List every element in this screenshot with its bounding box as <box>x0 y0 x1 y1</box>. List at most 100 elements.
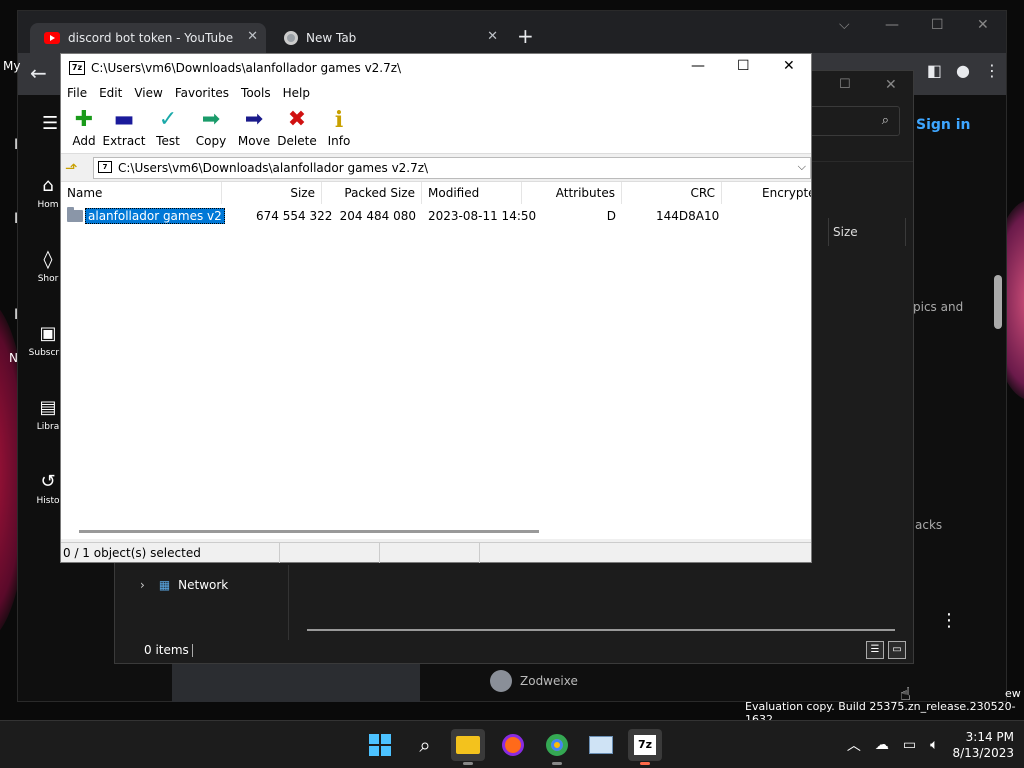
maximize-button[interactable]: ☐ <box>839 77 851 92</box>
sevenzip-window: 7z C:\Users\vm6\Downloads\alanfollador g… <box>60 53 812 563</box>
path-field[interactable]: 7 C:\Users\vm6\Downloads\alanfollador ga… <box>93 157 811 179</box>
volume-icon[interactable]: 🔈︎ <box>930 737 938 753</box>
browser-extensions: ◧ ● ⋮ <box>927 61 1000 80</box>
username: Zodweixe <box>520 674 578 688</box>
column-attributes[interactable]: Attributes <box>522 182 622 204</box>
horizontal-scrollbar[interactable] <box>79 530 539 533</box>
delete-icon: ✖ <box>287 107 307 132</box>
firefox-taskbar-button[interactable] <box>496 729 530 761</box>
column-name[interactable]: Name <box>61 182 222 204</box>
network-label: Network <box>178 578 229 592</box>
evaluation-watermark: Evaluation copy. Build 25375.zn_release.… <box>745 700 1016 720</box>
column-packed-size[interactable]: Packed Size <box>322 182 422 204</box>
minimize-button[interactable]: — <box>691 58 705 74</box>
menu-edit[interactable]: Edit <box>93 84 128 104</box>
column-size[interactable]: Size <box>222 182 322 204</box>
title-bar: 7z C:\Users\vm6\Downloads\alanfollador g… <box>61 54 811 84</box>
sevenzip-taskbar-button[interactable]: 7z <box>628 729 662 765</box>
copy-button[interactable]: ➡ Copy <box>188 107 234 149</box>
test-button[interactable]: ✓ Test <box>145 107 191 149</box>
row-size: 674 554 322 <box>256 209 333 223</box>
discord-user[interactable]: Zodweixe <box>490 670 578 692</box>
search-button[interactable]: ⌕ <box>408 729 442 761</box>
maximize-button[interactable]: ☐ <box>931 17 944 33</box>
clock[interactable]: 3:14 PM 8/13/2023 <box>952 729 1014 761</box>
back-arrow-icon[interactable]: ← <box>30 61 47 85</box>
maximize-button[interactable]: ☐ <box>737 58 750 74</box>
chevron-down-icon[interactable]: ⌵ <box>798 160 806 174</box>
row-packed-size: 204 484 080 <box>339 209 416 223</box>
folder-icon <box>456 736 480 754</box>
tab-new-tab[interactable]: New Tab ✕ <box>270 23 506 53</box>
hamburger-menu-icon[interactable]: ☰ <box>42 113 58 134</box>
minimize-button[interactable]: — <box>885 17 899 33</box>
horizontal-scrollbar[interactable] <box>307 629 895 631</box>
text-fragment: I <box>14 137 19 153</box>
sidepanel-icon[interactable]: ◧ <box>927 61 942 80</box>
taskbar: ⌕ 7z ︿ ☁ ▭ 🔈︎ 3:14 PM 8/13/2023 <box>0 720 1024 768</box>
tab-title: New Tab <box>306 31 357 45</box>
time: 3:14 PM <box>965 730 1014 744</box>
move-icon: ➡ <box>244 107 264 132</box>
close-button[interactable]: ✕ <box>885 77 897 93</box>
column-crc[interactable]: CRC <box>622 182 722 204</box>
tiles-view-icon[interactable]: ▭ <box>888 641 906 659</box>
menu-help[interactable]: Help <box>277 84 316 104</box>
menu-view[interactable]: View <box>128 84 168 104</box>
column-modified[interactable]: Modified <box>422 182 522 204</box>
move-button[interactable]: ➡ Move <box>231 107 277 149</box>
chevron-right-icon[interactable]: › <box>140 578 145 592</box>
row-name[interactable]: alanfollador games v2 <box>67 207 225 224</box>
text-fragment: N <box>9 351 18 365</box>
cloud-off-icon[interactable]: ☁ <box>875 737 889 753</box>
close-button[interactable]: ✕ <box>783 58 795 74</box>
row-crc: 144D8A10 <box>656 209 720 223</box>
image-icon <box>589 736 613 754</box>
chrome-taskbar-button[interactable] <box>540 729 574 765</box>
items-count: 0 items <box>144 643 193 657</box>
tab-search-icon[interactable]: ⌵ <box>839 17 850 33</box>
window-title: C:\Users\vm6\Downloads\alanfollador game… <box>91 61 402 75</box>
menu-favorites[interactable]: Favorites <box>169 84 235 104</box>
delete-button[interactable]: ✖ Delete <box>274 107 320 149</box>
network-nav-item[interactable]: › ▦ Network <box>140 578 228 592</box>
close-button[interactable]: ✕ <box>977 17 989 33</box>
menu-bar: File Edit View Favorites Tools Help <box>61 84 811 104</box>
network-icon[interactable]: ▭ <box>903 737 916 753</box>
hand-cursor-icon: ☝ <box>900 684 911 705</box>
size-column-header[interactable]: Size <box>828 218 906 246</box>
taskbar-thumbnail <box>172 664 420 702</box>
more-options-icon[interactable]: ⋮ <box>940 610 958 631</box>
column-encrypted[interactable]: Encrypte <box>756 182 811 204</box>
new-tab-button[interactable]: + <box>517 24 534 48</box>
row-modified: 2023-08-11 14:50 <box>428 209 537 223</box>
details-view-icon[interactable]: ☰ <box>866 641 884 659</box>
chrome-icon <box>284 31 298 45</box>
chevron-up-icon[interactable]: ︿ <box>847 735 861 755</box>
folder-icon <box>67 207 83 222</box>
copy-icon: ➡ <box>201 107 221 132</box>
menu-tools[interactable]: Tools <box>235 84 277 104</box>
menu-dots-icon[interactable]: ⋮ <box>984 61 1000 80</box>
tab-title: discord bot token - YouTube <box>68 31 234 45</box>
tab-youtube[interactable]: discord bot token - YouTube ✕ <box>30 23 266 53</box>
image-app-taskbar-button[interactable] <box>584 729 618 761</box>
close-tab-icon[interactable]: ✕ <box>487 29 498 44</box>
profile-icon[interactable]: ● <box>956 61 970 80</box>
avatar <box>490 670 512 692</box>
status-bar: 0 / 1 object(s) selected <box>61 542 811 563</box>
folder-up-icon[interactable]: ⬏ <box>65 159 78 177</box>
extract-button[interactable]: ▬ Extract <box>101 108 147 149</box>
chrome-icon <box>546 734 568 756</box>
path-text: C:\Users\vm6\Downloads\alanfollador game… <box>118 161 429 175</box>
sign-in-button[interactable]: Sign in <box>916 117 971 133</box>
toolbar: ✚ Add ▬ Extract ✓ Test ➡ Copy ➡ Move ✖ D… <box>61 104 811 154</box>
start-button[interactable] <box>363 729 397 761</box>
menu-file[interactable]: File <box>61 84 93 104</box>
file-explorer-taskbar-button[interactable] <box>451 729 485 765</box>
side-text: acks <box>915 518 943 532</box>
info-button[interactable]: i Info <box>316 108 362 148</box>
page-scrollbar[interactable] <box>994 275 1002 329</box>
close-tab-icon[interactable]: ✕ <box>247 29 258 44</box>
test-icon: ✓ <box>158 107 178 132</box>
